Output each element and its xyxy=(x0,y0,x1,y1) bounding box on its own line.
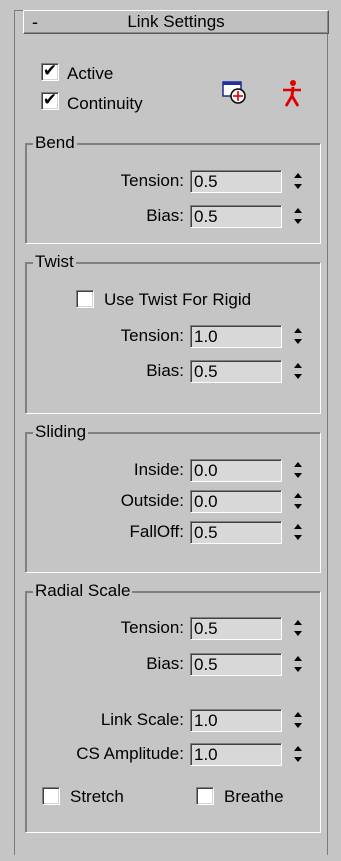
sliding-title: Sliding xyxy=(33,422,89,442)
spinner-up-icon[interactable] xyxy=(290,521,306,532)
sliding-falloff-label: FallOff: xyxy=(129,522,184,541)
sliding-outside-label: Outside: xyxy=(120,491,184,510)
bend-tension-field[interactable]: 0.5 xyxy=(190,170,282,193)
spinner-up-icon[interactable] xyxy=(290,709,306,720)
spinner-up-icon[interactable] xyxy=(290,617,306,628)
bend-title: Bend xyxy=(33,133,77,153)
twist-bias-field[interactable]: 0.5 xyxy=(190,360,282,383)
twist-title: Twist xyxy=(33,252,76,272)
cs-amplitude-spinner[interactable] xyxy=(290,743,306,766)
sliding-outside-field[interactable]: 0.0 xyxy=(190,490,282,513)
bend-bias-label: Bias: xyxy=(146,206,184,225)
spinner-down-icon[interactable] xyxy=(290,755,306,766)
spinner-down-icon[interactable] xyxy=(290,502,306,513)
cs-amplitude-field[interactable]: 1.0 xyxy=(190,743,282,766)
spinner-up-icon[interactable] xyxy=(290,360,306,371)
active-label: Active xyxy=(67,64,114,83)
cs-amplitude-label: CS Amplitude: xyxy=(76,744,184,763)
radial-scale-group: Radial Scale Tension: 0.5 Bias: 0.5 Link… xyxy=(25,581,321,833)
sliding-outside-spinner[interactable] xyxy=(290,490,306,513)
spinner-down-icon[interactable] xyxy=(290,629,306,640)
spinner-up-icon[interactable] xyxy=(290,205,306,216)
radial-tension-spinner[interactable] xyxy=(290,617,306,640)
check-mark-icon: ✔ xyxy=(42,90,58,110)
spinner-up-icon[interactable] xyxy=(290,743,306,754)
radial-bias-label: Bias: xyxy=(146,654,184,673)
link-scale-spinner[interactable] xyxy=(290,709,306,732)
bend-bias-field[interactable]: 0.5 xyxy=(190,205,282,228)
continuity-checkbox[interactable]: ✔ xyxy=(41,90,59,110)
spinner-down-icon[interactable] xyxy=(290,372,306,383)
radial-bias-field[interactable]: 0.5 xyxy=(190,653,282,676)
sliding-falloff-spinner[interactable] xyxy=(290,521,306,544)
spinner-up-icon[interactable] xyxy=(290,170,306,181)
breathe-label: Breathe xyxy=(224,787,284,806)
twist-bias-spinner[interactable] xyxy=(290,360,306,383)
radial-tension-field[interactable]: 0.5 xyxy=(190,617,282,640)
use-twist-checkbox[interactable] xyxy=(76,290,94,308)
twist-bias-label: Bias: xyxy=(146,361,184,380)
bend-tension-label: Tension: xyxy=(120,171,184,190)
bend-tension-spinner[interactable] xyxy=(290,170,306,193)
spinner-down-icon[interactable] xyxy=(290,337,306,348)
twist-tension-field[interactable]: 1.0 xyxy=(190,325,282,348)
twist-group: Twist Use Twist For Rigid Tension: 1.0 B… xyxy=(25,252,321,414)
radial-tension-label: Tension: xyxy=(120,618,184,637)
sliding-inside-label: Inside: xyxy=(133,460,184,479)
twist-tension-label: Tension: xyxy=(120,326,184,345)
spinner-down-icon[interactable] xyxy=(290,533,306,544)
breathe-checkbox[interactable] xyxy=(196,787,214,805)
bend-bias-spinner[interactable] xyxy=(290,205,306,228)
spinner-down-icon[interactable] xyxy=(290,471,306,482)
spinner-up-icon[interactable] xyxy=(290,325,306,336)
radial-bias-spinner[interactable] xyxy=(290,653,306,676)
link-settings-rollout: - Link Settings ✔ Active ✔ Continuity Be… xyxy=(14,10,329,855)
sliding-inside-field[interactable]: 0.0 xyxy=(190,459,282,482)
bend-group: Bend Tension: 0.5 Bias: 0.5 xyxy=(25,133,321,244)
spinner-down-icon[interactable] xyxy=(290,665,306,676)
stretch-label: Stretch xyxy=(70,787,124,806)
link-scale-field[interactable]: 1.0 xyxy=(190,709,282,732)
twist-tension-spinner[interactable] xyxy=(290,325,306,348)
spinner-down-icon[interactable] xyxy=(290,721,306,732)
spinner-up-icon[interactable] xyxy=(290,653,306,664)
spinner-up-icon[interactable] xyxy=(290,490,306,501)
rollout-header[interactable]: - Link Settings xyxy=(23,10,329,34)
spinner-up-icon[interactable] xyxy=(290,459,306,470)
window-target-icon[interactable] xyxy=(221,79,249,107)
spinner-down-icon[interactable] xyxy=(290,217,306,228)
stretch-checkbox[interactable] xyxy=(42,787,60,805)
link-scale-label: Link Scale: xyxy=(100,710,184,729)
rollout-title: Link Settings xyxy=(127,12,225,31)
active-checkbox[interactable]: ✔ xyxy=(41,61,59,81)
running-figure-icon[interactable] xyxy=(281,79,303,109)
continuity-label: Continuity xyxy=(67,94,143,113)
sliding-falloff-field[interactable]: 0.5 xyxy=(190,521,282,544)
use-twist-label: Use Twist For Rigid xyxy=(104,290,252,309)
check-mark-icon: ✔ xyxy=(42,61,58,81)
spinner-down-icon[interactable] xyxy=(290,182,306,193)
sliding-inside-spinner[interactable] xyxy=(290,459,306,482)
sliding-group: Sliding Inside: 0.0 Outside: 0.0 FallOff… xyxy=(25,422,321,573)
radial-scale-title: Radial Scale xyxy=(33,581,133,601)
